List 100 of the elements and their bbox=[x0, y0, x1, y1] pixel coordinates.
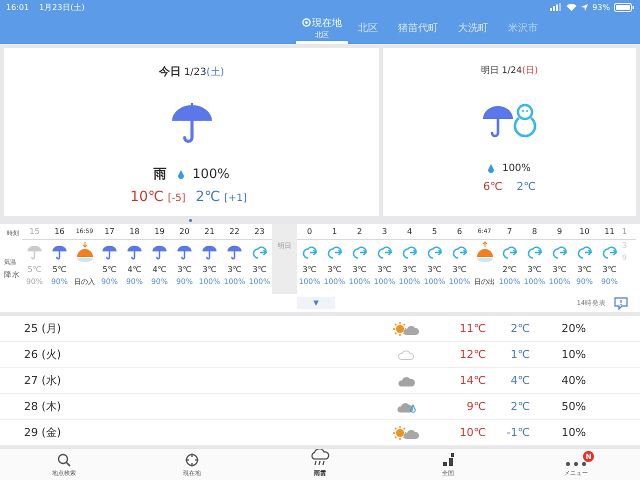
sunset-icon bbox=[76, 241, 94, 263]
umbrella-icon bbox=[227, 244, 242, 260]
hour-temp: 3℃ bbox=[427, 264, 442, 276]
hour-label: 19 bbox=[147, 225, 172, 240]
sunrise-icon bbox=[476, 241, 494, 263]
hour-temp: 2℃ bbox=[502, 264, 517, 276]
cloud-arrow-icon bbox=[426, 244, 442, 260]
raindrop-icon bbox=[488, 164, 494, 173]
signal-icon bbox=[550, 3, 562, 11]
cloud-arrow-icon bbox=[402, 244, 418, 260]
precip-chance: 20% bbox=[560, 322, 587, 335]
tomorrow-date: 明日 1/24(日) bbox=[480, 64, 538, 77]
hour-label: 9 bbox=[547, 225, 572, 240]
cloud-icon bbox=[398, 374, 414, 386]
hour-label: 1 bbox=[622, 225, 636, 240]
precip-chance: 50% bbox=[560, 400, 587, 413]
precip-chance: 40% bbox=[560, 374, 587, 387]
comment-icon[interactable] bbox=[614, 296, 628, 310]
high-temp: 10℃ bbox=[130, 189, 164, 205]
cloud-arrow-icon bbox=[576, 244, 592, 260]
day-label: 27 (水) bbox=[23, 373, 62, 388]
hour-label: 4 bbox=[397, 225, 422, 240]
precip-chance: 100% bbox=[192, 166, 230, 182]
hour-temp: 3℃ bbox=[552, 264, 567, 276]
hour-label: 16 bbox=[47, 225, 72, 240]
status-time: 16:01 bbox=[6, 2, 30, 12]
cloud-arrow-icon bbox=[326, 244, 342, 260]
today-date: 今日 1/23(土) bbox=[158, 64, 224, 79]
hour-temp: 3℃ bbox=[602, 264, 617, 276]
daily-forecast-row[interactable]: 25 (月) 11℃ 2℃ 20% bbox=[0, 316, 640, 342]
umbrella-icon bbox=[202, 244, 217, 260]
page-indicator bbox=[189, 219, 192, 222]
high-temp-diff: [-5] bbox=[168, 193, 186, 204]
hour-temp: 5℃ bbox=[102, 264, 117, 276]
hour-temp: 3℃ bbox=[227, 264, 242, 276]
umbrella-icon bbox=[152, 244, 167, 260]
hour-label: 7 bbox=[497, 225, 522, 240]
hour-label: 11 bbox=[597, 225, 622, 240]
hour-label: 8 bbox=[522, 225, 547, 240]
low-temp: 2℃ bbox=[196, 189, 220, 205]
low-temp: 2℃ bbox=[510, 400, 530, 413]
cloud-arrow-icon bbox=[526, 244, 542, 260]
day-label: 26 (火) bbox=[23, 347, 62, 362]
hour-temp: 3℃ bbox=[527, 264, 542, 276]
battery-icon bbox=[614, 2, 634, 12]
umbrella-icon bbox=[170, 103, 212, 145]
high-temp: 9℃ bbox=[466, 400, 486, 413]
search-icon bbox=[57, 453, 71, 467]
hour-label: 15 bbox=[22, 225, 47, 240]
cloud-arrow-icon bbox=[502, 244, 518, 260]
low-temp: 2℃ bbox=[516, 180, 536, 193]
cloud-icon bbox=[398, 350, 414, 360]
rain-cloud-icon bbox=[310, 449, 330, 467]
hour-label: 2 bbox=[347, 225, 372, 240]
hour-temp: 5℃ bbox=[52, 264, 67, 276]
hour-temp: 3℃ bbox=[577, 264, 592, 276]
crosshair-icon bbox=[185, 453, 199, 467]
hour-label: 22 bbox=[222, 225, 247, 240]
cloud-arrow-icon bbox=[302, 244, 318, 260]
cloud-arrow-icon bbox=[376, 244, 392, 260]
high-temp: 6℃ bbox=[483, 180, 502, 193]
cloud-arrow-icon bbox=[452, 244, 468, 260]
more-icon bbox=[565, 461, 587, 467]
wifi-icon bbox=[566, 3, 578, 11]
cloud-arrow-icon bbox=[552, 244, 568, 260]
raindrop-icon bbox=[178, 170, 184, 178]
low-temp: -1℃ bbox=[506, 426, 530, 439]
hour-label: 21 bbox=[197, 225, 222, 240]
hour-temp: 3℃ bbox=[402, 264, 417, 276]
hour-label: 5 bbox=[422, 225, 447, 240]
umbrella-icon bbox=[177, 244, 192, 260]
umbrella-icon bbox=[52, 244, 67, 260]
umbrella-icon bbox=[127, 244, 142, 260]
high-temp: 11℃ bbox=[458, 322, 486, 335]
daily-forecast-row[interactable]: 28 (木) 9℃ 2℃ 50% bbox=[0, 394, 640, 420]
high-temp: 14℃ bbox=[458, 374, 486, 387]
cloud-arrow-icon bbox=[602, 244, 618, 260]
hour-temp: 3℃ bbox=[252, 264, 267, 276]
low-temp: 1℃ bbox=[510, 348, 530, 361]
hour-temp: 3℃ bbox=[327, 264, 342, 276]
battery-percent: 93% bbox=[592, 2, 610, 12]
hour-label: 10 bbox=[572, 225, 597, 240]
daily-forecast-row[interactable]: 27 (水) 14℃ 4℃ 40% bbox=[0, 368, 640, 394]
daily-forecast-row[interactable]: 29 (金) 10℃ -1℃ 10% bbox=[0, 420, 640, 446]
hour-temp: 5℃ bbox=[27, 264, 42, 276]
low-temp-diff: [+1] bbox=[224, 193, 247, 204]
cloud-arrow-icon bbox=[252, 244, 268, 260]
sun-cloud-icon bbox=[393, 322, 419, 336]
location-icon bbox=[302, 18, 311, 27]
umbrella-icon bbox=[27, 244, 42, 260]
hour-temp: 4℃ bbox=[127, 264, 142, 276]
hour-temp: 3℃ bbox=[202, 264, 217, 276]
hour-temp: 3℃ bbox=[377, 264, 392, 276]
hour-temp: 4℃ bbox=[152, 264, 167, 276]
cloud-arrow-icon bbox=[352, 244, 368, 260]
hour-temp: 3℃ bbox=[352, 264, 367, 276]
day-label: 28 (木) bbox=[23, 399, 62, 414]
location-arrow-icon bbox=[581, 4, 588, 10]
hour-temp: 3℃ bbox=[452, 264, 467, 276]
daily-forecast-row[interactable]: 26 (火) 12℃ 1℃ 10% bbox=[0, 342, 640, 368]
